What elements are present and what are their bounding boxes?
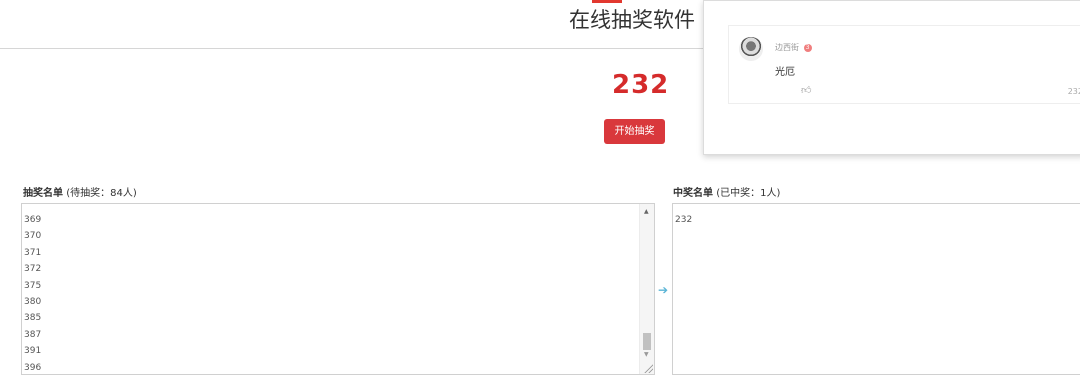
list-item: 385 bbox=[24, 313, 42, 324]
list-item: 380 bbox=[24, 296, 42, 307]
level-badge-icon: 3 bbox=[803, 43, 812, 52]
title-accent-bar bbox=[592, 0, 622, 3]
winner-list-title: 中奖名单 (已中奖：1人) bbox=[673, 184, 780, 199]
winner-list-content: 232 bbox=[675, 212, 692, 228]
list-item: 370 bbox=[24, 231, 42, 242]
pool-list-count: (待抽奖：84人) bbox=[66, 188, 137, 199]
comment-text: 光厄 bbox=[775, 67, 795, 78]
list-item: 387 bbox=[24, 329, 42, 340]
arrow-right-icon: ➔ bbox=[658, 283, 669, 297]
avatar[interactable] bbox=[739, 37, 763, 61]
list-item: 375 bbox=[24, 280, 42, 291]
triangle-down-icon[interactable]: ▼ bbox=[644, 351, 649, 358]
start-draw-button[interactable]: 开始抽奖 bbox=[604, 119, 665, 144]
resize-handle-icon[interactable] bbox=[643, 363, 653, 373]
pool-list-heading: 抽奖名单 bbox=[23, 188, 63, 199]
thumbs-up-icon[interactable]: 👍︎ bbox=[801, 84, 811, 96]
winner-list-count: (已中奖：1人) bbox=[716, 188, 781, 199]
winner-list-textarea[interactable]: 232 bbox=[672, 203, 1080, 375]
comment-username[interactable]: 边西街 3 bbox=[775, 42, 812, 53]
list-item: 232 bbox=[675, 215, 693, 225]
list-item: 371 bbox=[24, 247, 42, 258]
username-text: 边西街 bbox=[775, 43, 799, 52]
page-title: 在线抽奖软件 bbox=[569, 8, 695, 32]
list-item: 369 bbox=[24, 215, 42, 225]
comment-popup: 边西街 3 光厄 👍︎ 232楼 bbox=[703, 0, 1080, 155]
pool-scrollbar[interactable]: ▲ ▼ bbox=[639, 204, 654, 374]
comment-card: 边西街 3 光厄 👍︎ 232楼 bbox=[728, 25, 1080, 104]
triangle-up-icon[interactable]: ▲ bbox=[644, 208, 649, 215]
pool-list-title: 抽奖名单 (待抽奖：84人) bbox=[23, 184, 137, 199]
pool-list-textarea[interactable]: 369 370 371 372 375 380 385 387 391 396 … bbox=[21, 203, 655, 375]
list-item: 391 bbox=[24, 346, 42, 357]
list-item: 396 bbox=[24, 362, 42, 373]
winner-list-heading: 中奖名单 bbox=[673, 188, 713, 199]
draw-result-number: 232 bbox=[612, 70, 670, 100]
comment-floor: 232楼 bbox=[1067, 87, 1080, 96]
pool-list-content: 369 370 371 372 375 380 385 387 391 396 bbox=[24, 212, 42, 374]
list-item: 372 bbox=[24, 264, 42, 275]
scrollbar-thumb[interactable] bbox=[643, 333, 651, 350]
